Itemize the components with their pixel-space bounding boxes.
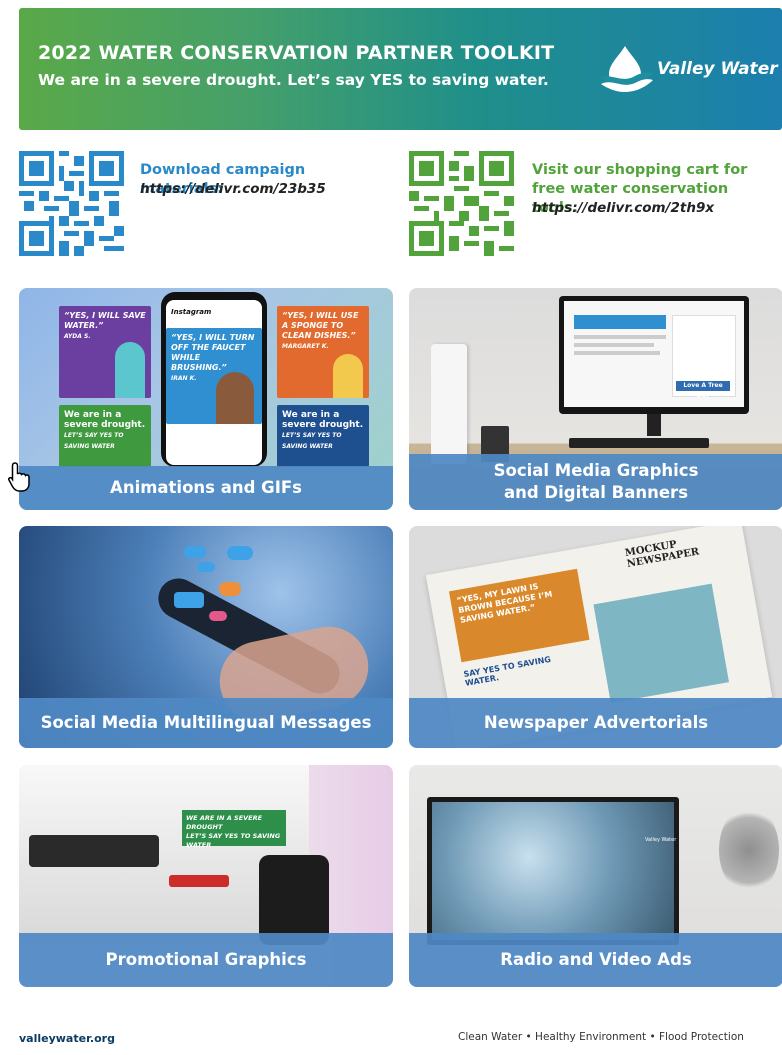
sticker-line1: WE ARE IN A SEVERE DROUGHT [186,814,263,831]
card-radio-video-ads[interactable]: Valley Water Radio and Video Ads [409,765,782,987]
card-promotional-graphics[interactable]: WE ARE IN A SEVERE DROUGHT LET’S SAY YES… [19,765,393,987]
water-drop-icon [599,46,653,92]
card-caption-text: Social Media Multilingual Messages [40,713,372,732]
newspaper-title: MOCKUP NEWSPAPER [624,539,701,570]
card-caption: Promotional Graphics [19,933,393,987]
card-caption-text: Radio and Video Ads [500,950,692,969]
card-caption-text: Promotional Graphics [105,950,307,969]
shopping-cart-link[interactable]: https://delivr.com/2th9x [532,199,777,218]
hand-pointer-icon [6,461,34,497]
poster-drought-1: We are in a severe drought. LET’S SAY YE… [59,405,151,467]
card-caption-text: Newspaper Advertorials [483,713,709,732]
footer-tagline: Clean Water • Healthy Environment • Floo… [458,1031,744,1043]
card-social-media-graphics[interactable]: Love A Tree Day Social Media Graphics an… [409,288,782,510]
poster-turn-off-faucet: “YES, I WILL TURN OFF THE FAUCET WHILE B… [166,328,262,424]
logo-text: Valley Water [657,59,778,79]
poster-quote: “YES, I WILL USE A SPONGE TO CLEAN DISHE… [282,311,359,340]
card-newspaper-advertorials[interactable]: “YES, MY LAWN IS BROWN BECAUSE I’M SAVIN… [409,526,782,748]
poster-quote: “YES, I WILL SAVE WATER.” [64,311,146,330]
poster-sponge: “YES, I WILL USE A SPONGE TO CLEAN DISHE… [277,306,369,398]
card-caption: Social Media Multilingual Messages [19,698,393,748]
monitor-mockup: Love A Tree Day [559,296,749,436]
poster-name: AYDA S. [64,333,91,340]
poster-name: MARGARET K. [282,343,329,350]
card-multilingual-messages[interactable]: Social Media Multilingual Messages [19,526,393,748]
poster-drought-text: We are in a severe drought. [282,410,364,430]
campaign-materials-link[interactable]: https://delivr.com/23b35 [140,180,380,199]
poster-name: IRAN K. [171,375,197,382]
poster-quote: “YES, I WILL TURN OFF THE FAUCET WHILE B… [171,333,255,372]
poster-drought-text: We are in a severe drought. [64,410,146,430]
poster-cta: LET’S SAY YES TO SAVING WATER [64,432,124,450]
qr-code-campaign[interactable] [19,151,124,256]
tv-mockup: Valley Water [427,797,679,945]
card-caption-text: Animations and GIFs [110,478,302,497]
valley-water-logo: Valley Water [595,44,778,96]
toolkit-title: 2022 WATER CONSERVATION PARTNER TOOLKIT [38,42,555,64]
card-caption: Radio and Video Ads [409,933,782,987]
card-caption: Social Media Graphics and Digital Banner… [409,454,782,510]
toolkit-subtitle: We are in a severe drought. Let’s say YE… [38,71,549,89]
card-animations-gifs[interactable]: “YES, I WILL SAVE WATER.” AYDA S. We are… [19,288,393,510]
poster-drought-2: We are in a severe drought. LET’S SAY YE… [277,405,369,467]
header-banner: 2022 WATER CONSERVATION PARTNER TOOLKIT … [19,8,782,130]
poster-save-water: “YES, I WILL SAVE WATER.” AYDA S. [59,306,151,398]
card-caption: Animations and GIFs [19,466,393,510]
poster-cta: LET’S SAY YES TO SAVING WATER [282,432,342,450]
screen-banner-text: Love A Tree Day [676,381,730,399]
card-caption-line2: and Digital Banners [503,483,689,502]
card-caption-line1: Social Media Graphics [493,461,699,480]
tv-logo: Valley Water [645,837,677,843]
ad-headline: “YES, MY LAWN IS BROWN BECAUSE I’M SAVIN… [448,568,590,663]
phone-app-name: Instagram [171,308,212,316]
card-caption: Newspaper Advertorials [409,698,782,748]
footer-site-link[interactable]: valleywater.org [19,1032,115,1045]
phone-mockup: Instagram “YES, I WILL TURN OFF THE FAUC… [161,292,267,467]
bumper-sticker: WE ARE IN A SEVERE DROUGHT LET’S SAY YES… [182,810,286,849]
sticker-line2: LET’S SAY YES TO SAVING WATER [186,832,281,849]
qr-code-shopping-cart[interactable] [409,151,514,256]
